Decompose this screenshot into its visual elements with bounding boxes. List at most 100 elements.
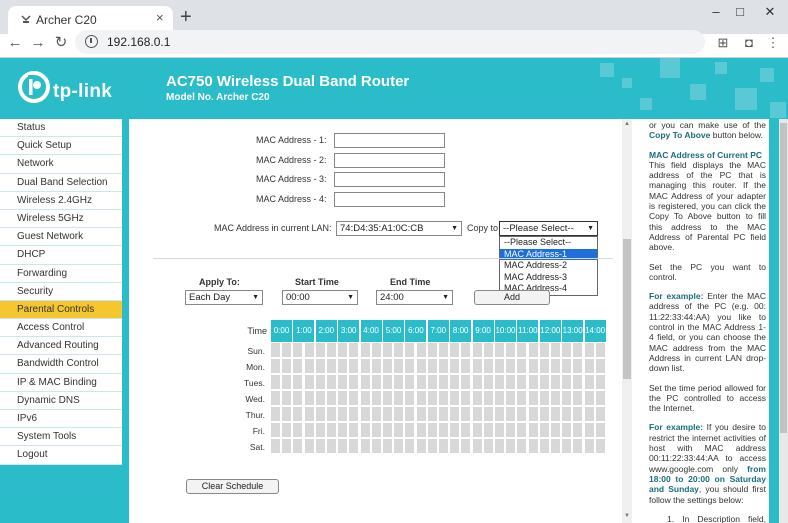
scroll-down-icon[interactable]: ▼ xyxy=(623,513,631,519)
schedule-cell[interactable] xyxy=(383,343,393,358)
schedule-cell[interactable] xyxy=(584,423,595,438)
schedule-cell[interactable] xyxy=(528,407,539,422)
schedule-cell[interactable] xyxy=(394,391,405,406)
schedule-cell[interactable] xyxy=(416,375,427,390)
end-time-select[interactable]: 24:00 ▼ xyxy=(376,290,453,305)
schedule-cell[interactable] xyxy=(383,407,393,422)
mac3-input[interactable] xyxy=(334,172,445,187)
copy-to-option[interactable]: --Please Select-- xyxy=(500,237,597,249)
mac2-input[interactable] xyxy=(334,153,445,168)
schedule-cell[interactable] xyxy=(439,343,449,358)
schedule-cell[interactable] xyxy=(495,407,505,422)
schedule-cell[interactable] xyxy=(439,439,449,454)
schedule-cell[interactable] xyxy=(338,359,349,374)
sidebar-item-dual-band-selection[interactable]: Dual Band Selection xyxy=(0,173,122,192)
schedule-cell[interactable] xyxy=(304,423,315,438)
schedule-cell[interactable] xyxy=(528,343,539,358)
schedule-cell[interactable] xyxy=(271,343,281,358)
schedule-cell[interactable] xyxy=(293,423,304,438)
schedule-cell[interactable] xyxy=(472,439,483,454)
hour-header[interactable]: 12:00 xyxy=(539,320,562,342)
add-button[interactable]: Add xyxy=(474,290,550,305)
schedule-cell[interactable] xyxy=(394,423,405,438)
schedule-cell[interactable] xyxy=(338,439,349,454)
sidebar-item-parental-controls[interactable]: Parental Controls xyxy=(0,300,122,320)
schedule-cell[interactable] xyxy=(360,343,371,358)
schedule-cell[interactable] xyxy=(371,423,382,438)
mac4-input[interactable] xyxy=(334,192,445,207)
schedule-cell[interactable] xyxy=(304,343,315,358)
schedule-cell[interactable] xyxy=(539,343,550,358)
schedule-cell[interactable] xyxy=(427,375,438,390)
schedule-cell[interactable] xyxy=(517,359,528,374)
schedule-cell[interactable] xyxy=(472,391,483,406)
sidebar-item-quick-setup[interactable]: Quick Setup xyxy=(0,137,122,156)
schedule-cell[interactable] xyxy=(483,439,494,454)
schedule-cell[interactable] xyxy=(427,423,438,438)
schedule-cell[interactable] xyxy=(349,423,360,438)
schedule-cell[interactable] xyxy=(360,423,371,438)
schedule-cell[interactable] xyxy=(562,407,573,422)
schedule-cell[interactable] xyxy=(450,359,461,374)
schedule-cell[interactable] xyxy=(461,359,472,374)
minimize-button[interactable]: – xyxy=(706,3,726,23)
schedule-cell[interactable] xyxy=(506,423,517,438)
schedule-cell[interactable] xyxy=(461,439,472,454)
schedule-cell[interactable] xyxy=(315,423,326,438)
schedule-cell[interactable] xyxy=(584,359,595,374)
schedule-cell[interactable] xyxy=(315,343,326,358)
schedule-cell[interactable] xyxy=(427,343,438,358)
scroll-up-icon[interactable]: ▲ xyxy=(623,121,631,127)
schedule-cell[interactable] xyxy=(539,423,550,438)
schedule-cell[interactable] xyxy=(371,375,382,390)
schedule-cell[interactable] xyxy=(427,407,438,422)
schedule-cell[interactable] xyxy=(427,359,438,374)
sidebar-item-ip-mac-binding[interactable]: IP & MAC Binding xyxy=(0,373,122,392)
start-time-select[interactable]: 00:00 ▼ xyxy=(282,290,358,305)
copy-to-option[interactable]: MAC Address-2 xyxy=(500,260,597,272)
schedule-cell[interactable] xyxy=(282,439,293,454)
schedule-cell[interactable] xyxy=(383,423,393,438)
help-scroll-thumb[interactable] xyxy=(780,123,787,433)
schedule-cell[interactable] xyxy=(551,359,561,374)
schedule-cell[interactable] xyxy=(528,391,539,406)
schedule-cell[interactable] xyxy=(472,407,483,422)
schedule-cell[interactable] xyxy=(405,407,416,422)
hour-header[interactable]: 11:00 xyxy=(517,320,540,342)
maximize-button[interactable]: □ xyxy=(730,3,750,23)
schedule-cell[interactable] xyxy=(461,375,472,390)
schedule-cell[interactable] xyxy=(405,375,416,390)
copy-to-select[interactable]: --Please Select-- ▼ xyxy=(499,221,598,236)
schedule-cell[interactable] xyxy=(360,439,371,454)
schedule-cell[interactable] xyxy=(394,359,405,374)
schedule-cell[interactable] xyxy=(405,343,416,358)
schedule-cell[interactable] xyxy=(595,423,606,438)
schedule-cell[interactable] xyxy=(595,359,606,374)
schedule-cell[interactable] xyxy=(416,407,427,422)
schedule-cell[interactable] xyxy=(293,343,304,358)
schedule-cell[interactable] xyxy=(349,375,360,390)
schedule-cell[interactable] xyxy=(271,375,281,390)
hour-header[interactable]: 10:00 xyxy=(495,320,517,342)
hour-header[interactable]: 2:00 xyxy=(315,320,338,342)
address-bar[interactable]: 192.168.0.1 xyxy=(75,30,705,54)
schedule-cell[interactable] xyxy=(304,407,315,422)
schedule-cell[interactable] xyxy=(539,375,550,390)
schedule-cell[interactable] xyxy=(327,423,337,438)
schedule-cell[interactable] xyxy=(539,359,550,374)
schedule-cell[interactable] xyxy=(495,391,505,406)
schedule-cell[interactable] xyxy=(495,423,505,438)
schedule-cell[interactable] xyxy=(551,423,561,438)
schedule-cell[interactable] xyxy=(528,439,539,454)
schedule-cell[interactable] xyxy=(483,375,494,390)
schedule-cell[interactable] xyxy=(394,343,405,358)
schedule-cell[interactable] xyxy=(349,359,360,374)
hour-header[interactable]: 7:00 xyxy=(427,320,450,342)
hour-header[interactable]: 4:00 xyxy=(360,320,383,342)
schedule-cell[interactable] xyxy=(371,439,382,454)
schedule-cell[interactable] xyxy=(506,359,517,374)
schedule-cell[interactable] xyxy=(595,375,606,390)
day-label[interactable]: Sat. xyxy=(225,442,265,452)
clear-schedule-button[interactable]: Clear Schedule xyxy=(186,479,279,494)
schedule-cell[interactable] xyxy=(349,439,360,454)
